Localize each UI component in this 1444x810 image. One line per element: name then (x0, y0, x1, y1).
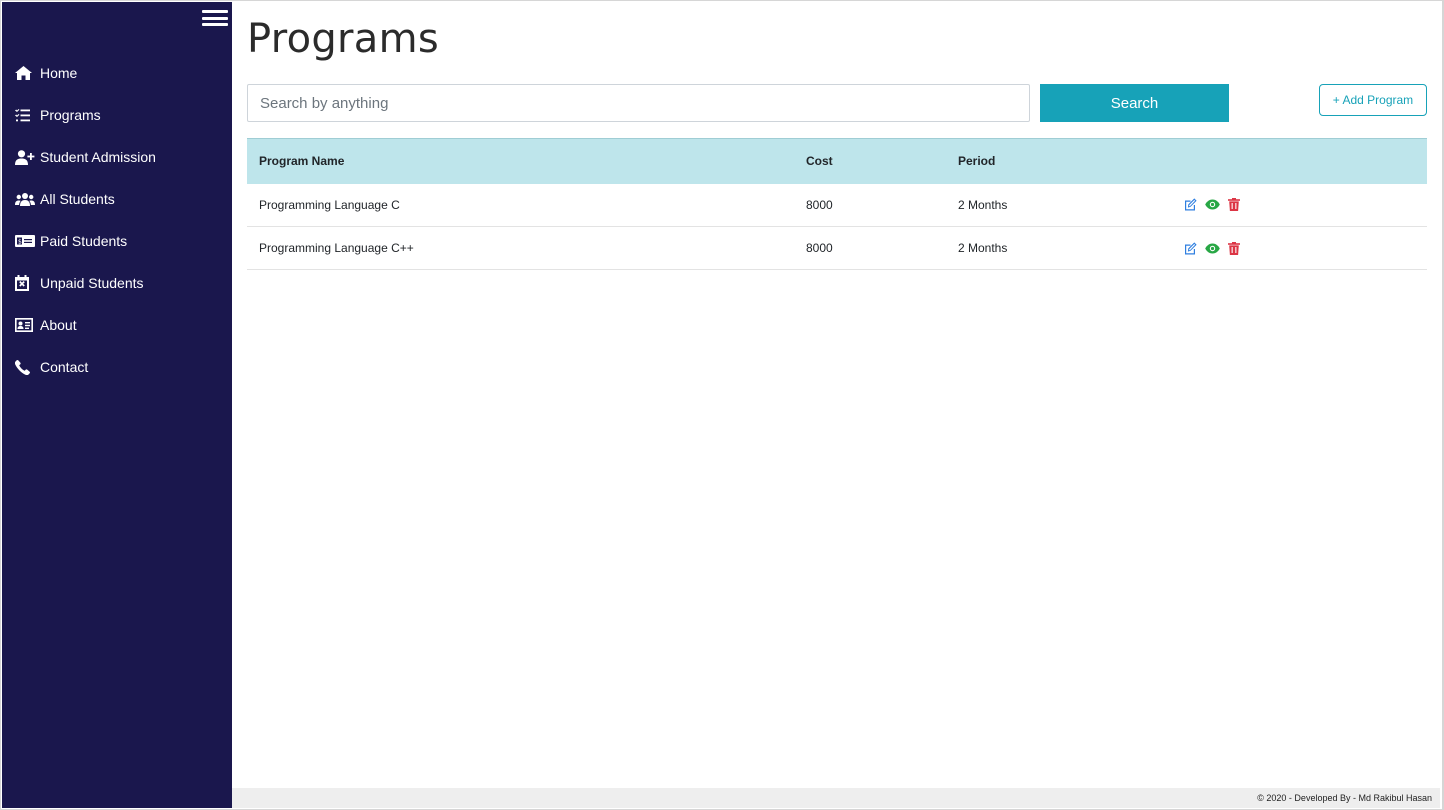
user-plus-icon (15, 149, 35, 165)
table-row: Programming Language C++ 8000 2 Months (247, 226, 1427, 270)
actions-cell (1172, 183, 1427, 227)
programs-table: Program Name Cost Period Programming Lan… (247, 138, 1427, 270)
column-header-program-name: Program Name (259, 154, 345, 169)
sidebar-item-label: Paid Students (40, 233, 128, 249)
view-icon[interactable] (1205, 199, 1220, 210)
sidebar-item-label: Home (40, 65, 78, 81)
column-header-period: Period (958, 154, 996, 169)
sidebar-item-all-students[interactable]: All Students (2, 178, 232, 220)
sidebar-item-student-admission[interactable]: Student Admission (2, 136, 232, 178)
column-header-actions (1172, 139, 1427, 184)
money-bill-icon: $ (15, 233, 35, 249)
cost-cell: 8000 (794, 226, 946, 270)
sidebar-item-unpaid-students[interactable]: Unpaid Students (2, 262, 232, 304)
sidebar-item-paid-students[interactable]: $ Paid Students (2, 220, 232, 262)
search-input[interactable] (247, 84, 1030, 122)
sidebar-item-label: Student Admission (40, 149, 156, 165)
sidebar-item-label: Unpaid Students (40, 275, 144, 291)
cost-cell: 8000 (794, 183, 946, 227)
footer: © 2020 - Developed By - Md Rakibul Hasan (232, 788, 1440, 808)
svg-text:$: $ (18, 239, 22, 246)
users-icon (15, 191, 35, 207)
sidebar-nav: Home Programs Student Admission All Stud… (2, 52, 232, 388)
program-name-cell: Programming Language C++ (247, 226, 794, 270)
sidebar-item-about[interactable]: About (2, 304, 232, 346)
period-cell: 2 Months (946, 183, 1172, 227)
table-row: Programming Language C 8000 2 Months (247, 183, 1427, 227)
sidebar: Home Programs Student Admission All Stud… (2, 2, 232, 808)
actions-cell (1172, 226, 1427, 270)
page-title: Programs (247, 16, 440, 62)
period-cell: 2 Months (946, 226, 1172, 270)
table-header: Program Name Cost Period (247, 138, 1427, 184)
sidebar-item-label: All Students (40, 191, 115, 207)
home-icon (15, 65, 35, 81)
sidebar-item-home[interactable]: Home (2, 52, 232, 94)
add-program-button[interactable]: + Add Program (1319, 84, 1427, 116)
program-name-cell: Programming Language C (247, 183, 794, 227)
sidebar-item-programs[interactable]: Programs (2, 94, 232, 136)
list-check-icon (15, 107, 35, 123)
edit-icon[interactable] (1184, 198, 1197, 211)
phone-icon (15, 359, 35, 375)
edit-icon[interactable] (1184, 241, 1197, 255)
id-card-icon (15, 317, 35, 333)
sidebar-item-label: Programs (40, 107, 101, 123)
sidebar-item-contact[interactable]: Contact (2, 346, 232, 388)
main-content: Programs Search + Add Program Program Na… (232, 2, 1440, 788)
delete-icon[interactable] (1228, 198, 1240, 212)
column-header-cost: Cost (806, 154, 833, 169)
delete-icon[interactable] (1228, 241, 1240, 255)
calendar-times-icon (15, 275, 35, 291)
hamburger-menu-icon[interactable] (202, 10, 228, 28)
search-button[interactable]: Search (1040, 84, 1229, 122)
view-icon[interactable] (1205, 243, 1220, 254)
sidebar-item-label: Contact (40, 359, 89, 375)
sidebar-item-label: About (40, 317, 77, 333)
